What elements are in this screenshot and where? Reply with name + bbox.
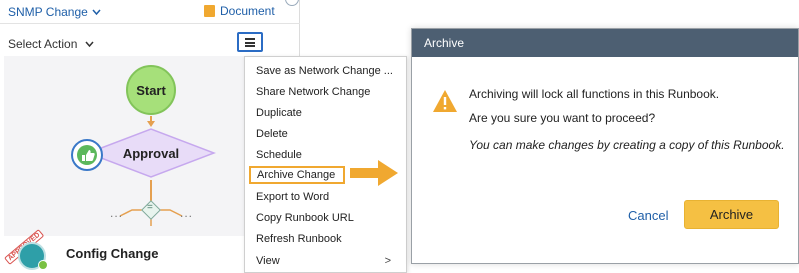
document-label: Document xyxy=(220,4,275,18)
menu-item-archive-change[interactable]: Archive Change xyxy=(249,166,346,184)
menu-item-duplicate[interactable]: Duplicate xyxy=(256,105,302,121)
menu-item-export-to-word[interactable]: Export to Word xyxy=(256,189,329,205)
dialog-question: Are you sure you want to proceed? xyxy=(469,111,656,125)
chevron-down-icon xyxy=(92,5,101,19)
menu-item-view[interactable]: View > xyxy=(256,253,401,269)
dialog-note: You can make changes by creating a copy … xyxy=(469,138,785,152)
dialog-message: Archiving will lock all functions in thi… xyxy=(469,87,720,101)
arrow-right-icon xyxy=(350,160,398,186)
approval-node[interactable]: Approval xyxy=(86,127,216,179)
branch-dots-left: ... xyxy=(110,206,124,220)
hamburger-menu-icon xyxy=(245,38,255,47)
thumbs-up-icon xyxy=(71,139,103,171)
cancel-button[interactable]: Cancel xyxy=(628,208,668,223)
start-node-label: Start xyxy=(136,82,166,98)
runbook-name-dropdown[interactable]: SNMP Change xyxy=(8,5,101,19)
select-action-dropdown[interactable]: Select Action xyxy=(8,37,94,51)
start-node[interactable]: Start xyxy=(126,65,176,115)
menu-item-share-network-change[interactable]: Share Network Change xyxy=(256,84,370,100)
menu-item-refresh-runbook[interactable]: Refresh Runbook xyxy=(256,231,342,247)
document-icon xyxy=(204,5,215,17)
menu-item-save-as-network-change[interactable]: Save as Network Change ... xyxy=(256,63,393,79)
branch-dots-right: ... xyxy=(180,206,194,220)
approved-badge-icon xyxy=(38,260,48,270)
config-change-icon xyxy=(18,242,48,270)
menu-item-copy-runbook-url[interactable]: Copy Runbook URL xyxy=(256,210,354,226)
menu-item-schedule[interactable]: Schedule xyxy=(256,147,302,163)
runbook-name-label: SNMP Change xyxy=(8,5,88,19)
menu-item-view-label: View xyxy=(256,255,280,267)
gateway-symbol: = xyxy=(147,202,153,213)
archive-button-label: Archive xyxy=(709,207,754,222)
menu-item-delete[interactable]: Delete xyxy=(256,126,288,142)
document-link[interactable]: Document xyxy=(204,4,275,18)
runbook-header: SNMP Change Document xyxy=(0,0,300,24)
chevron-right-icon: > xyxy=(384,255,391,267)
config-change-label: Config Change xyxy=(66,246,159,261)
action-menu-button[interactable] xyxy=(237,32,263,52)
chevron-down-icon xyxy=(81,37,94,51)
dialog-title: Archive xyxy=(412,29,798,57)
warning-icon xyxy=(433,90,457,112)
approval-node-label: Approval xyxy=(122,145,180,161)
select-action-label: Select Action xyxy=(8,37,78,51)
archive-button[interactable]: Archive xyxy=(684,200,779,229)
archive-dialog: Archive Archiving will lock all function… xyxy=(411,28,799,264)
